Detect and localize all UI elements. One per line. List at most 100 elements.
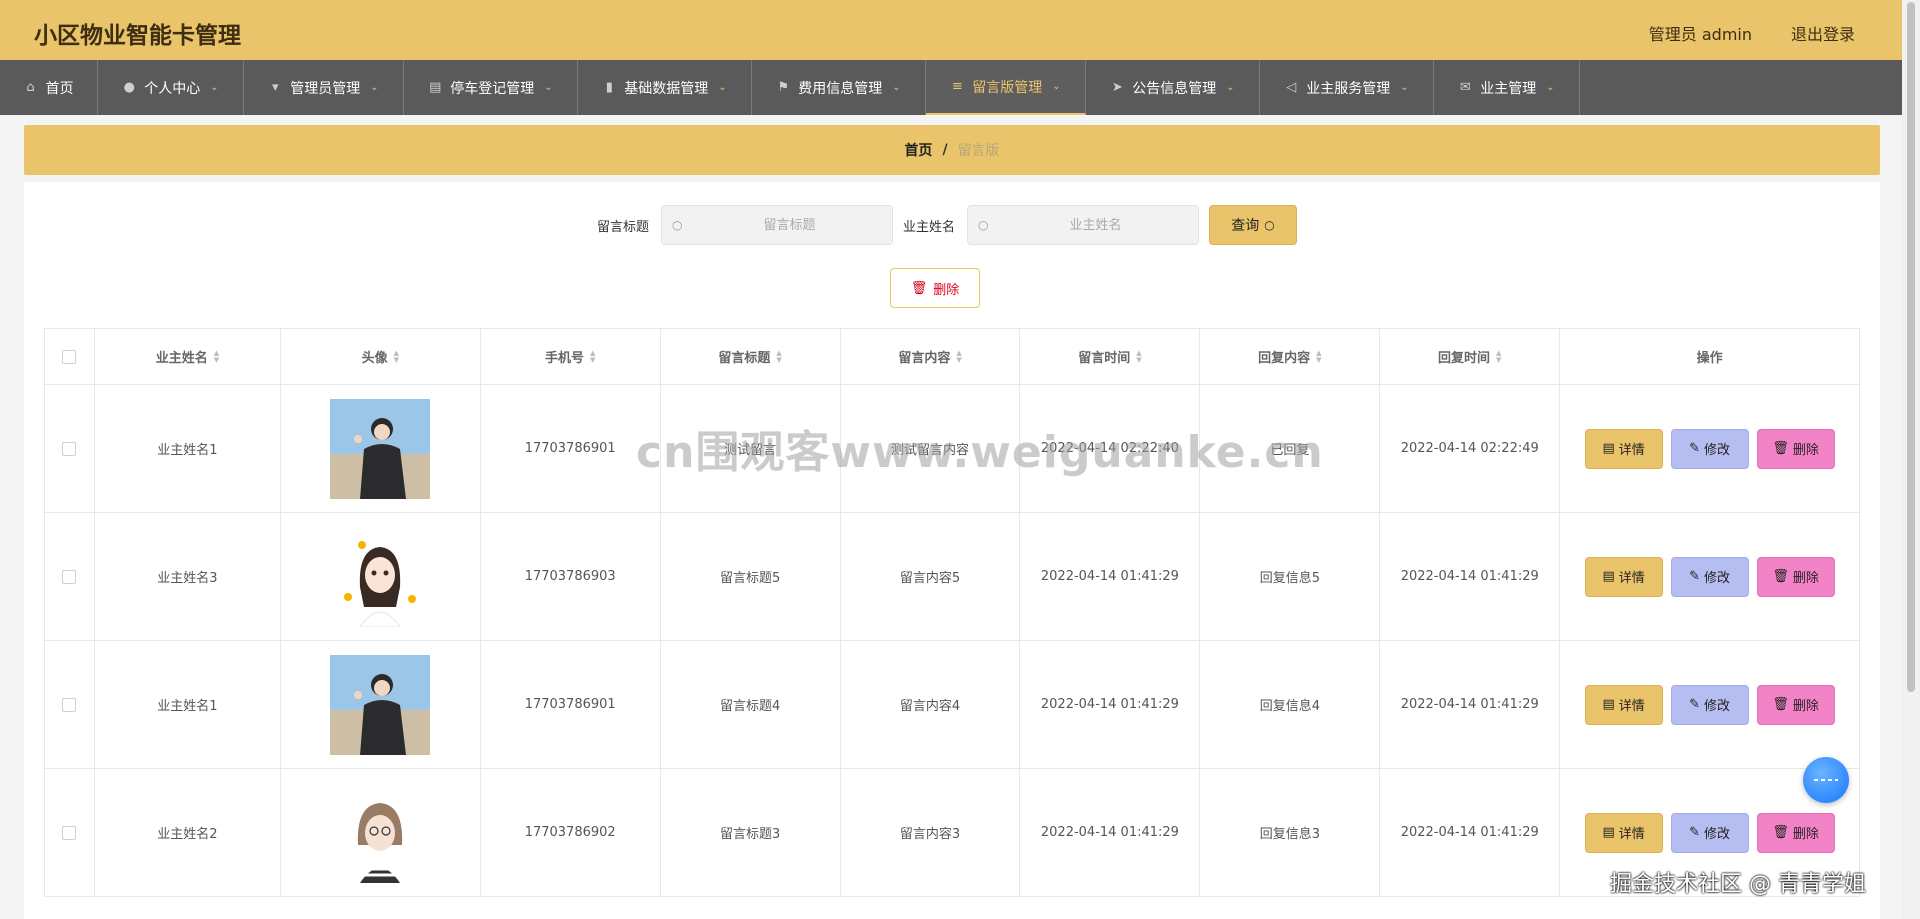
- nav-label: 业主服务管理: [1306, 80, 1391, 97]
- row-select-cell: [45, 385, 95, 512]
- phone-cell: 17703786902: [481, 769, 661, 896]
- bar-chart-icon: ▮: [605, 79, 613, 95]
- row-checkbox[interactable]: [62, 825, 77, 840]
- floating-assistant-button[interactable]: [1803, 757, 1849, 803]
- row-select-cell: [45, 513, 95, 640]
- navigation-icon: ◁: [1286, 79, 1297, 95]
- nav-label: 公告信息管理: [1132, 80, 1217, 97]
- edit-button[interactable]: ✎ 修改: [1670, 812, 1749, 853]
- avatar-cell: [281, 513, 481, 640]
- owner-search-label: 业主姓名: [903, 220, 956, 235]
- search-icon: ○: [1264, 218, 1275, 232]
- scrollbar-thumb[interactable]: [1907, 2, 1915, 692]
- nav-parking-manage[interactable]: ▤ 停车登记管理 ⌄: [404, 60, 578, 115]
- delete-button[interactable]: 🗑 删除: [1756, 812, 1835, 853]
- edit-button[interactable]: ✎ 修改: [1670, 428, 1749, 469]
- title-search-input[interactable]: [692, 206, 887, 244]
- nav-label: 业主管理: [1480, 80, 1537, 97]
- detail-button[interactable]: ▤ 详情: [1584, 428, 1663, 469]
- page-scrollbar[interactable]: [1902, 0, 1920, 919]
- column-header-title[interactable]: 留言标题 ▲ ▼: [661, 329, 841, 384]
- owner-search-field[interactable]: ○: [967, 205, 1199, 245]
- delete-button[interactable]: 🗑 删除: [1756, 556, 1835, 597]
- row-checkbox[interactable]: [62, 569, 77, 584]
- sort-icon[interactable]: ▲ ▼: [590, 349, 595, 364]
- avatar[interactable]: [330, 782, 431, 883]
- select-all-checkbox[interactable]: [62, 349, 77, 364]
- nav-label: 基础数据管理: [624, 80, 709, 97]
- column-header-content[interactable]: 留言内容 ▲ ▼: [841, 329, 1021, 384]
- owner-cell: 业主姓名1: [95, 385, 281, 512]
- nav-label: 管理员管理: [290, 80, 361, 97]
- row-checkbox[interactable]: [62, 441, 77, 456]
- column-header-time[interactable]: 留言时间 ▲ ▼: [1020, 329, 1201, 384]
- delete-button[interactable]: 🗑 删除: [1756, 684, 1835, 725]
- edit-button[interactable]: ✎ 修改: [1670, 684, 1749, 725]
- nav-message-board-manage[interactable]: ≡ 留言版管理 ⌄: [926, 60, 1086, 115]
- logout-link[interactable]: 退出登录: [1791, 21, 1855, 45]
- nav-label: 留言版管理: [972, 79, 1043, 96]
- column-header-label: 留言时间: [1078, 351, 1131, 366]
- edit-button[interactable]: ✎ 修改: [1670, 556, 1749, 597]
- column-header-avatar[interactable]: 头像 ▲ ▼: [281, 329, 481, 384]
- table-row: 业主姓名2 17703786902 留言标题3 留言内容3 2022-04-14…: [45, 769, 1861, 897]
- content-cell: 留言内容5: [841, 513, 1021, 640]
- owner-search-input[interactable]: [998, 206, 1193, 244]
- nav-owner-service-manage[interactable]: ◁ 业主服务管理 ⌄: [1260, 60, 1434, 115]
- time-cell: 2022-04-14 01:41:29: [1020, 769, 1201, 896]
- trash-icon: 🗑: [1772, 441, 1789, 456]
- delete-button[interactable]: 🗑 删除: [1756, 428, 1835, 469]
- sort-icon[interactable]: ▲ ▼: [214, 349, 219, 364]
- sort-icon[interactable]: ▲ ▼: [956, 349, 961, 364]
- column-header-reply-time[interactable]: 回复时间 ▲ ▼: [1380, 329, 1561, 384]
- avatar[interactable]: [330, 398, 431, 499]
- time-cell: 2022-04-14 02:22:40: [1020, 385, 1201, 512]
- reply-time-cell: 2022-04-14 01:41:29: [1380, 641, 1561, 768]
- column-header-label: 回复时间: [1438, 351, 1491, 366]
- query-button[interactable]: 查询 ○: [1209, 205, 1297, 245]
- column-header-reply[interactable]: 回复内容 ▲ ▼: [1200, 329, 1381, 384]
- detail-button[interactable]: ▤ 详情: [1584, 812, 1663, 853]
- title-search-field[interactable]: ○: [661, 205, 893, 245]
- nav-basic-data-manage[interactable]: ▮ 基础数据管理 ⌄: [578, 60, 752, 115]
- detail-label: 详情: [1618, 571, 1645, 586]
- trash-icon: 🗑: [1772, 697, 1789, 712]
- column-header-actions: 操作: [1560, 329, 1861, 384]
- nav-home[interactable]: ⌂ 首页: [0, 60, 98, 115]
- detail-button[interactable]: ▤ 详情: [1584, 684, 1663, 725]
- column-header-phone[interactable]: 手机号 ▲ ▼: [481, 329, 661, 384]
- chevron-down-icon: ⌄: [1052, 81, 1061, 92]
- owner-cell: 业主姓名1: [95, 641, 281, 768]
- nav-admin-manage[interactable]: ▾ 管理员管理 ⌄: [244, 60, 404, 115]
- detail-button[interactable]: ▤ 详情: [1584, 556, 1663, 597]
- sort-icon[interactable]: ▲ ▼: [1136, 349, 1141, 364]
- sort-icon[interactable]: ▲ ▼: [394, 349, 399, 364]
- owner-cell: 业主姓名2: [95, 769, 281, 896]
- breadcrumb-home[interactable]: 首页: [904, 140, 932, 160]
- nav-owner-manage[interactable]: ✉ 业主管理 ⌄: [1434, 60, 1580, 115]
- table-body: 业主姓名1 17703786901 测试留言 测试留言内容 2022-04-14…: [45, 385, 1861, 897]
- cup-icon: ▾: [272, 79, 279, 95]
- search-icon: ○: [978, 218, 989, 232]
- row-checkbox[interactable]: [62, 697, 77, 712]
- pencil-icon: ✎: [1689, 441, 1701, 456]
- nav-personal-center[interactable]: ● 个人中心 ⌄: [98, 60, 244, 115]
- reply-time-cell: 2022-04-14 01:41:29: [1380, 513, 1561, 640]
- chevron-down-icon: ⌄: [1546, 82, 1555, 93]
- batch-delete-button[interactable]: 🗑 删除: [890, 268, 980, 308]
- nav-notice-manage[interactable]: ➤ 公告信息管理 ⌄: [1086, 60, 1260, 115]
- nav-fee-manage[interactable]: ⚑ 费用信息管理 ⌄: [752, 60, 926, 115]
- sort-icon[interactable]: ▲ ▼: [1316, 349, 1321, 364]
- trash-icon: 🗑: [1772, 569, 1789, 584]
- sort-icon[interactable]: ▲ ▼: [1496, 349, 1501, 364]
- column-header-owner[interactable]: 业主姓名 ▲ ▼: [95, 329, 281, 384]
- detail-label: 详情: [1618, 443, 1645, 458]
- column-header-label: 留言内容: [898, 351, 951, 366]
- sort-icon[interactable]: ▲ ▼: [776, 349, 781, 364]
- avatar[interactable]: [330, 654, 431, 755]
- pencil-icon: ✎: [1689, 569, 1701, 584]
- content-cell: 测试留言内容: [841, 385, 1021, 512]
- phone-cell: 17703786901: [481, 385, 661, 512]
- avatar[interactable]: [330, 526, 431, 627]
- actions-cell: ▤ 详情 ✎ 修改 🗑 删除: [1560, 513, 1861, 640]
